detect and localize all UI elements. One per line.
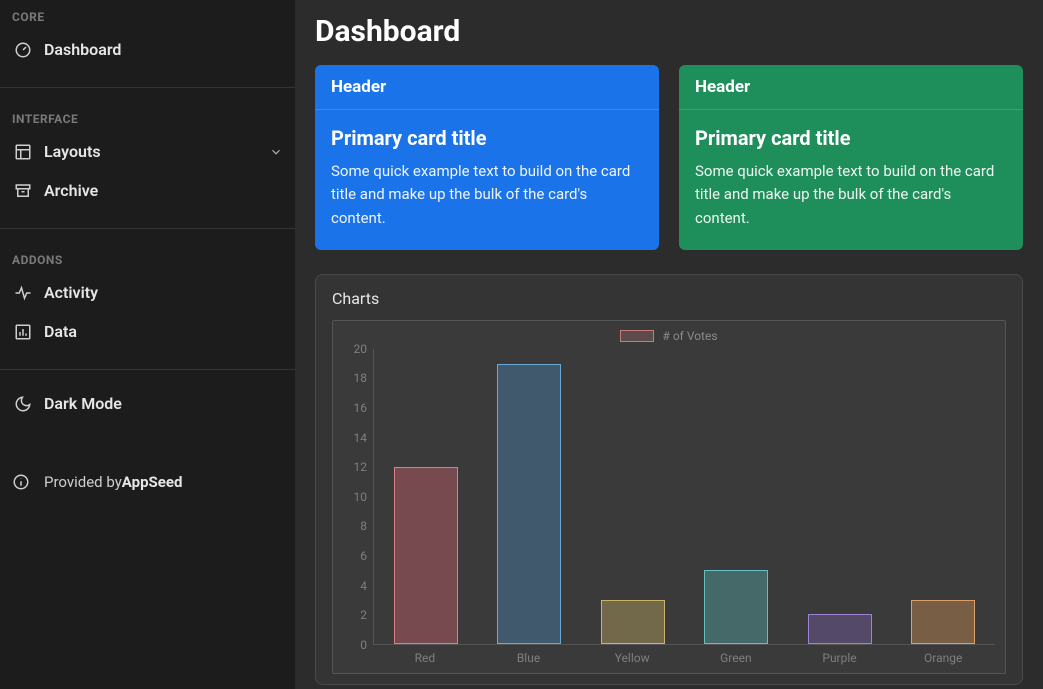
sidebar-item-label: Activity [44,283,98,302]
provided-by-link[interactable]: Provided by AppSeed [0,463,295,501]
sidebar-item-label: Archive [44,181,98,200]
y-tick: 18 [354,371,368,385]
divider [0,369,295,370]
sidebar-item-activity[interactable]: Activity [0,273,295,312]
x-label: Yellow [580,651,684,665]
card-primary-blue: Header Primary card title Some quick exa… [315,65,659,250]
y-tick: 4 [360,579,367,593]
card-title: Primary card title [695,126,1007,150]
chart-frame: # of Votes 0 2 4 6 8 10 12 14 16 18 20 RedBlueYell… [332,320,1006,674]
activity-icon [12,284,34,302]
chart-legend: # of Votes [343,329,995,343]
archive-icon [12,182,34,200]
plot-area [373,349,995,645]
sidebar-item-label: Layouts [44,142,101,161]
x-label: Purple [788,651,892,665]
moon-icon [12,395,34,413]
sidebar-item-data[interactable]: Data [0,312,295,351]
divider [0,228,295,229]
dark-mode-label: Dark Mode [44,394,122,413]
sidebar-item-label: Dashboard [44,40,121,59]
bar[interactable] [704,570,768,644]
dark-mode-toggle[interactable]: Dark Mode [0,384,295,423]
cards-row: Header Primary card title Some quick exa… [315,65,1023,250]
y-tick: 6 [360,549,367,563]
info-icon [12,473,34,491]
bar-slot [478,349,582,644]
sidebar-item-label: Data [44,322,77,341]
card-text: Some quick example text to build on the … [695,160,1007,230]
y-tick: 14 [354,431,368,445]
x-label: Blue [477,651,581,665]
sidebar: CORE Dashboard INTERFACE Layouts Archive… [0,0,295,689]
card-header: Header [679,65,1023,110]
card-primary-green: Header Primary card title Some quick exa… [679,65,1023,250]
y-tick: 0 [360,638,367,652]
y-tick: 12 [354,460,368,474]
sidebar-item-layouts[interactable]: Layouts [0,132,295,171]
provided-by-prefix: Provided by [44,473,122,491]
y-tick: 2 [360,608,367,622]
sidebar-item-dashboard[interactable]: Dashboard [0,30,295,69]
bar-slot [374,349,478,644]
x-label: Orange [891,651,995,665]
card-body: Primary card title Some quick example te… [679,110,1023,250]
bar-slot [685,349,789,644]
bar[interactable] [601,600,665,644]
x-label: Red [373,651,477,665]
bar[interactable] [911,600,975,644]
charts-panel-title: Charts [332,289,1006,308]
bar[interactable] [497,364,561,644]
y-tick: 16 [354,401,368,415]
y-tick: 8 [360,519,367,533]
plot: 02468101214161820 [343,349,995,645]
y-tick: 10 [354,490,368,504]
sidebar-item-archive[interactable]: Archive [0,171,295,210]
card-body: Primary card title Some quick example te… [315,110,659,250]
bar-chart-icon [12,323,34,341]
y-tick: 20 [354,342,368,356]
legend-label: # of Votes [662,329,717,343]
page-title: Dashboard [315,14,1023,49]
card-header: Header [315,65,659,110]
sidebar-section-interface: INTERFACE [0,102,295,132]
divider [0,87,295,88]
bar-slot [581,349,685,644]
bar-slot [892,349,996,644]
card-text: Some quick example text to build on the … [331,160,643,230]
x-label: Green [684,651,788,665]
bar-slot [788,349,892,644]
chevron-down-icon [269,145,283,159]
bar[interactable] [808,614,872,644]
legend-swatch [620,330,654,342]
sidebar-section-core: CORE [0,0,295,30]
bars [374,349,995,644]
provided-by-brand: AppSeed [122,473,183,491]
x-axis: RedBlueYellowGreenPurpleOrange [373,651,995,665]
charts-panel: Charts # of Votes 0 2 4 6 8 10 12 14 16 18 20 RedB… [315,274,1023,685]
main-content: Dashboard Header Primary card title Some… [295,0,1043,689]
y-axis: 02468101214161820 [343,349,373,645]
bar[interactable] [394,467,458,644]
layouts-icon [12,143,34,161]
card-title: Primary card title [331,126,643,150]
sidebar-section-addons: ADDONS [0,243,295,273]
dashboard-icon [12,41,34,59]
